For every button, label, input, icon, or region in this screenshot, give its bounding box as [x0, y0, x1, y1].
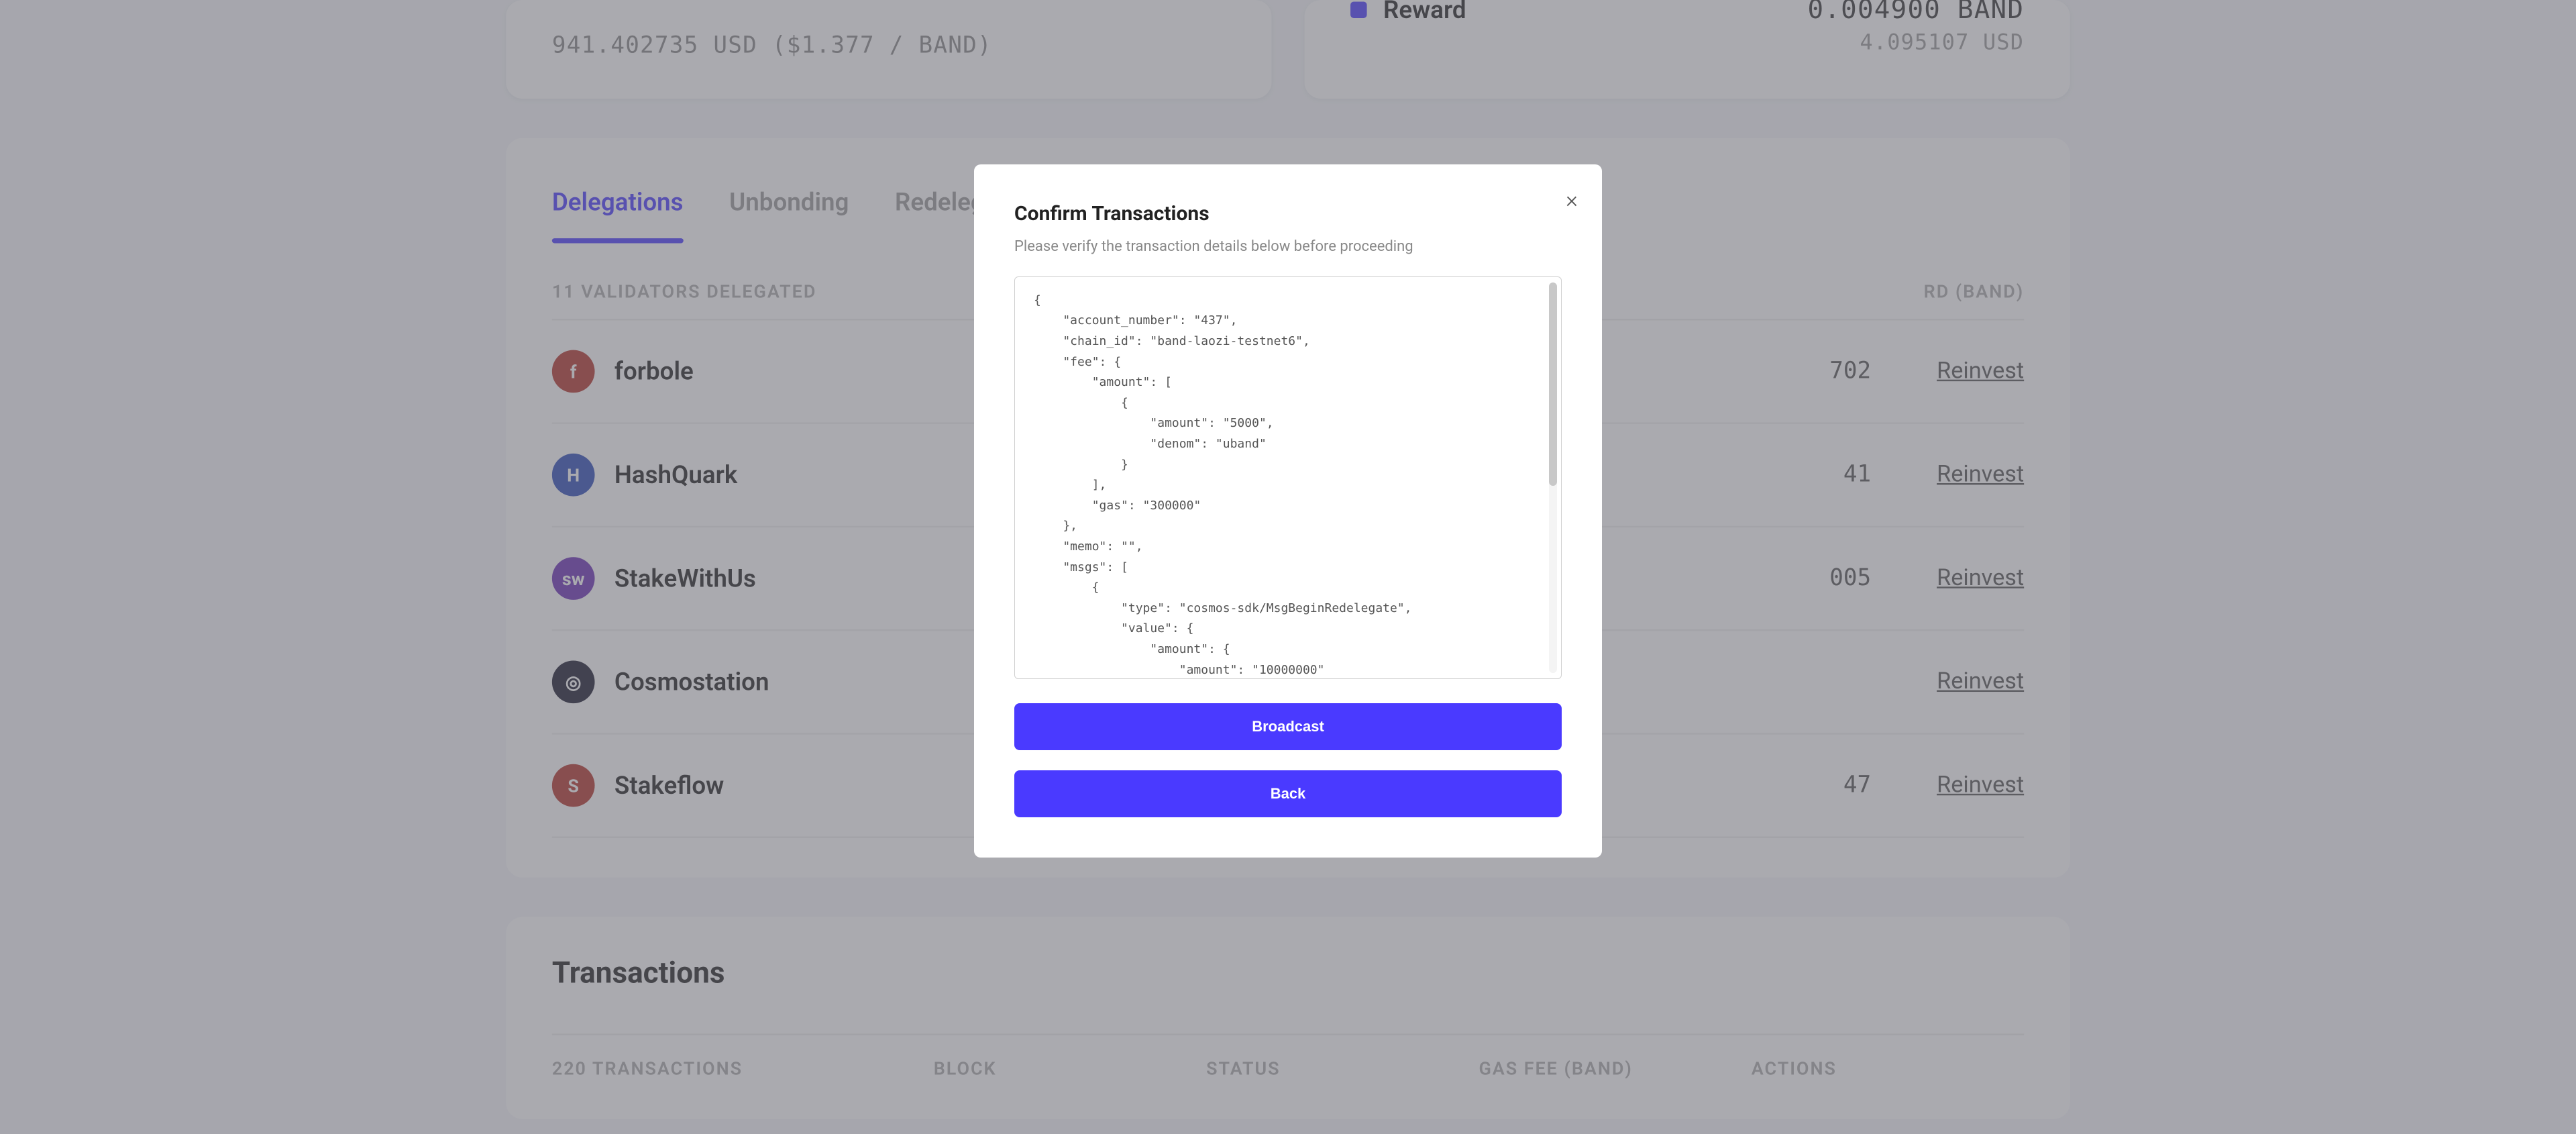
broadcast-button[interactable]: Broadcast	[1014, 703, 1562, 750]
modal-overlay[interactable]: × Confirm Transactions Please verify the…	[0, 0, 2576, 1134]
transaction-json-text: { "account_number": "437", "chain_id": "…	[1034, 293, 1412, 677]
back-button[interactable]: Back	[1014, 770, 1562, 817]
json-scroll-thumb[interactable]	[1549, 282, 1557, 486]
confirm-transactions-modal: × Confirm Transactions Please verify the…	[974, 164, 1602, 858]
transaction-json-preview[interactable]: { "account_number": "437", "chain_id": "…	[1014, 276, 1562, 679]
modal-title: Confirm Transactions	[1014, 202, 1562, 225]
close-icon[interactable]: ×	[1566, 189, 1578, 211]
modal-subtitle: Please verify the transaction details be…	[1014, 236, 1497, 258]
json-scrollbar[interactable]	[1549, 282, 1557, 673]
